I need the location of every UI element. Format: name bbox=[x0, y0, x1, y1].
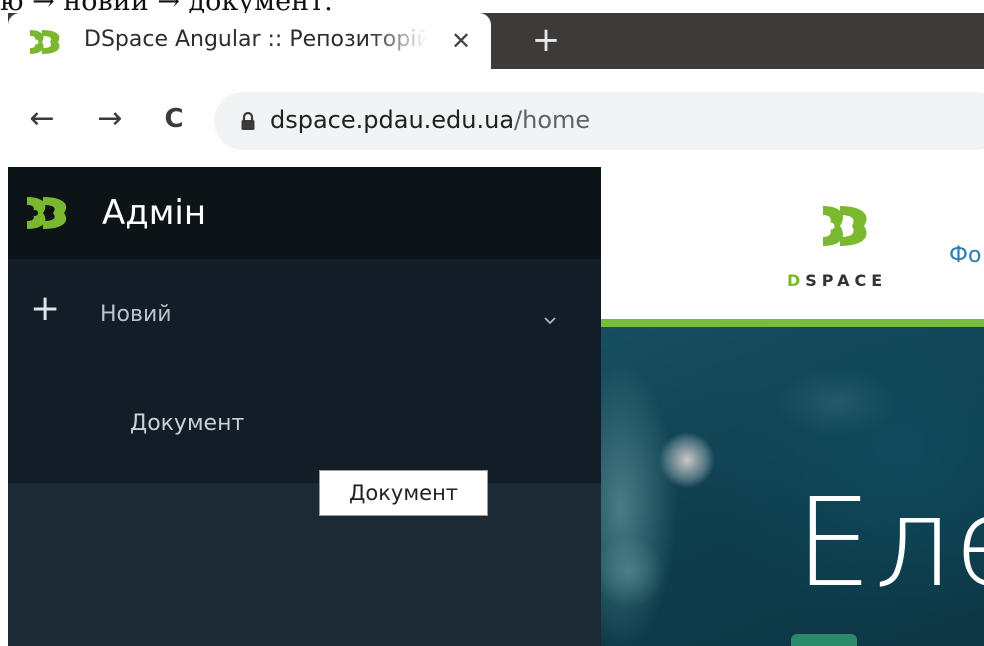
url-host: dspace.pdau.edu.ua bbox=[270, 106, 515, 134]
page: ю → новий → документ. DSpace Angular :: … bbox=[0, 0, 984, 646]
dspace-wordmark: DSPACE bbox=[787, 271, 887, 290]
admin-sidebar: Адмін + Новий Документ bbox=[8, 167, 601, 646]
tab-close-icon[interactable]: ✕ bbox=[446, 26, 476, 56]
url-text: dspace.pdau.edu.ua/home bbox=[270, 106, 590, 134]
header-accent-bar bbox=[601, 319, 984, 327]
dspace-favicon-icon bbox=[30, 30, 60, 54]
chevron-down-icon[interactable] bbox=[540, 314, 560, 328]
site-nav-link[interactable]: Фо bbox=[949, 243, 981, 268]
hero-title: Еле bbox=[795, 472, 984, 614]
lock-icon bbox=[241, 111, 255, 130]
sidebar-title: Адмін bbox=[102, 193, 207, 233]
tab-title: DSpace Angular :: Репозиторій bbox=[84, 27, 431, 52]
browser-tab[interactable]: DSpace Angular :: Репозиторій ✕ bbox=[8, 13, 491, 69]
new-tab-button[interactable]: + bbox=[527, 22, 565, 60]
browser-toolbar: ← → C dspace.pdau.edu.ua/home bbox=[8, 69, 984, 167]
back-arrow-icon[interactable]: ← bbox=[22, 99, 62, 139]
address-bar[interactable]: dspace.pdau.edu.ua/home bbox=[214, 92, 984, 150]
dspace-logo-mark-icon[interactable] bbox=[819, 202, 873, 250]
browser-tab-strip: DSpace Angular :: Репозиторій ✕ + bbox=[8, 13, 984, 69]
hero-button[interactable] bbox=[791, 634, 857, 646]
tooltip: Документ bbox=[319, 470, 488, 516]
hero-bokeh bbox=[776, 367, 896, 437]
url-path: /home bbox=[514, 106, 591, 134]
plus-icon[interactable]: + bbox=[30, 291, 60, 327]
sidebar-item-document[interactable]: Документ bbox=[130, 411, 244, 436]
sidebar-section-new: + Новий Документ bbox=[8, 259, 601, 483]
sidebar-header[interactable]: Адмін bbox=[8, 167, 601, 259]
wordmark-d: D bbox=[787, 271, 806, 290]
site-header: DSPACE Фо bbox=[601, 167, 984, 319]
forward-arrow-icon[interactable]: → bbox=[90, 99, 130, 139]
dspace-logo-icon bbox=[27, 197, 67, 229]
reload-icon[interactable]: C bbox=[154, 99, 194, 139]
sidebar-item-new[interactable]: Новий bbox=[100, 302, 172, 327]
hero-banner: Еле bbox=[601, 327, 984, 646]
wordmark-rest: SPACE bbox=[805, 271, 888, 290]
